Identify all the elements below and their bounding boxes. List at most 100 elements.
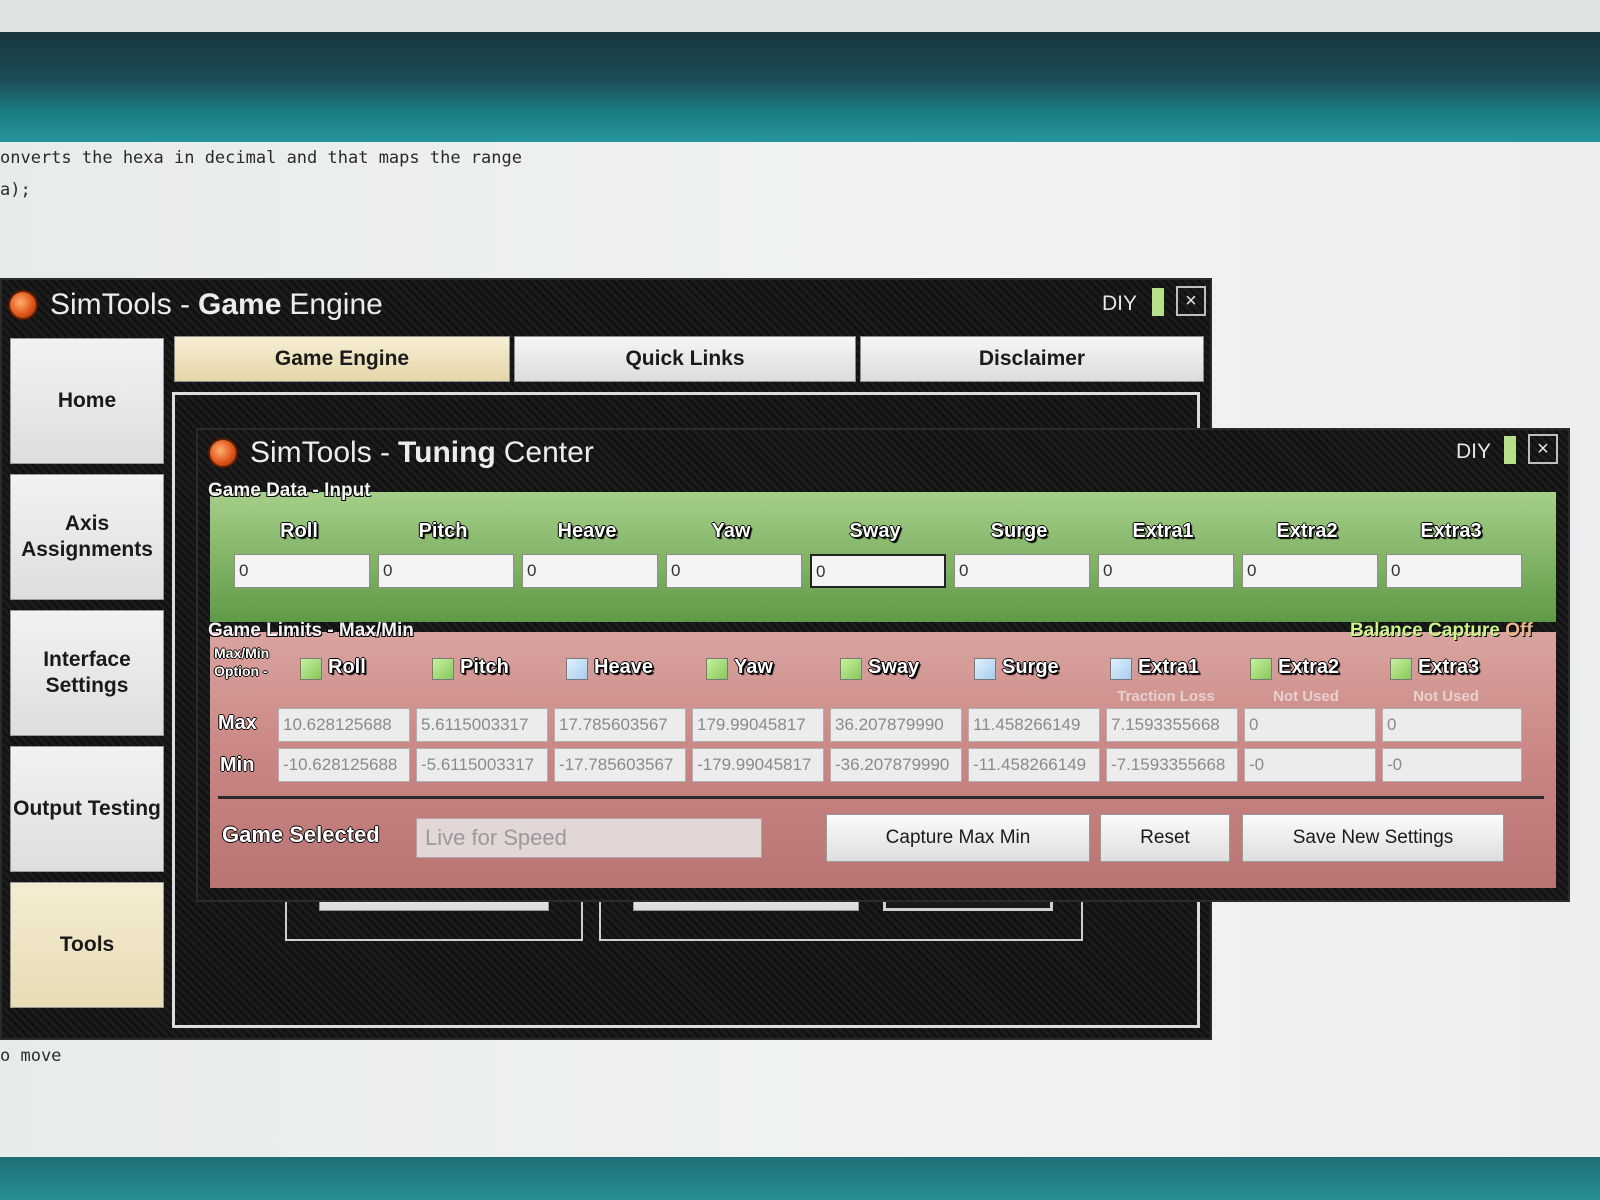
input-label-pitch: Pitch <box>418 520 468 542</box>
input-label-yaw: Yaw <box>711 520 751 542</box>
maxmin-option-label: Max/Min Option - <box>214 644 269 680</box>
min-row-label: Min <box>220 754 255 776</box>
max-roll[interactable]: 10.628125688 <box>278 708 410 742</box>
checkbox-surge[interactable] <box>974 658 996 680</box>
game-selected-dropdown[interactable]: Live for Speed <box>416 818 762 858</box>
sidebar-item-interface-settings[interactable]: Interface Settings <box>10 610 164 736</box>
checkbox-extra1[interactable] <box>1110 658 1132 680</box>
close-button[interactable]: × <box>1528 434 1558 464</box>
checkbox-extra2[interactable] <box>1250 658 1272 680</box>
checkbox-sway[interactable] <box>840 658 862 680</box>
limit-label-extra1: Extra1 <box>1138 656 1200 678</box>
max-extra3[interactable]: 0 <box>1382 708 1522 742</box>
diy-label: DIY <box>1102 292 1138 315</box>
limit-label-roll: Roll <box>328 656 366 678</box>
min-yaw[interactable]: -179.99045817 <box>692 748 824 782</box>
reset-button[interactable]: Reset <box>1100 814 1230 862</box>
editor-toolbar <box>0 32 1600 142</box>
input-label-roll: Roll <box>280 520 318 542</box>
checkbox-pitch[interactable] <box>432 658 454 680</box>
tab-disclaimer[interactable]: Disclaimer <box>860 336 1204 382</box>
game-limits-title: Game Limits - Max/Min <box>208 620 414 641</box>
max-heave[interactable]: 17.785603567 <box>554 708 686 742</box>
min-extra1[interactable]: -7.1593355668 <box>1106 748 1238 782</box>
close-button[interactable]: × <box>1176 286 1206 316</box>
checkbox-roll[interactable] <box>300 658 322 680</box>
limit-label-heave: Heave <box>594 656 653 678</box>
sublabel-extra3: Not Used <box>1413 688 1479 705</box>
sublabel-extra1: Traction Loss <box>1117 688 1215 705</box>
checkbox-heave[interactable] <box>566 658 588 680</box>
tab-quick-links[interactable]: Quick Links <box>514 336 856 382</box>
limit-label-yaw: Yaw <box>734 656 773 678</box>
sidebar-item-axis-assignments[interactable]: Axis Assignments <box>10 474 164 600</box>
sublabel-extra2: Not Used <box>1273 688 1339 705</box>
min-surge[interactable]: -11.458266149 <box>968 748 1100 782</box>
input-label-surge: Surge <box>990 520 1048 542</box>
code-line-1: onverts the hexa in decimal and that map… <box>0 148 522 168</box>
sidebar-item-home[interactable]: Home <box>10 338 164 464</box>
title-rest: Engine <box>289 288 383 321</box>
balance-capture-label: Balance Capture <box>1350 620 1500 641</box>
input-label-extra3: Extra3 <box>1420 520 1482 542</box>
title-bold: Tuning <box>398 436 496 469</box>
limit-label-pitch: Pitch <box>460 656 509 678</box>
max-pitch[interactable]: 5.6115003317 <box>416 708 548 742</box>
input-label-heave: Heave <box>557 520 617 542</box>
input-label-extra2: Extra2 <box>1276 520 1338 542</box>
capture-max-min-button[interactable]: Capture Max Min <box>826 814 1090 862</box>
limits-divider <box>218 796 1544 799</box>
input-roll[interactable]: 0 <box>234 554 370 588</box>
code-line-2: a); <box>0 180 31 200</box>
min-extra2[interactable]: -0 <box>1244 748 1376 782</box>
min-extra3[interactable]: -0 <box>1382 748 1522 782</box>
tuning-center-window: SimTools - Tuning Center DIY × Game Data… <box>196 428 1570 902</box>
editor-top-bar <box>0 0 1600 32</box>
status-indicator <box>1504 436 1516 464</box>
input-heave[interactable]: 0 <box>522 554 658 588</box>
min-pitch[interactable]: -5.6115003317 <box>416 748 548 782</box>
max-sway[interactable]: 36.207879990 <box>830 708 962 742</box>
max-surge[interactable]: 11.458266149 <box>968 708 1100 742</box>
input-label-sway: Sway <box>849 520 901 542</box>
max-extra2[interactable]: 0 <box>1244 708 1376 742</box>
input-extra3[interactable]: 0 <box>1386 554 1522 588</box>
checkbox-yaw[interactable] <box>706 658 728 680</box>
game-data-input-title: Game Data - Input <box>208 480 371 501</box>
min-heave[interactable]: -17.785603567 <box>554 748 686 782</box>
title-brand: SimTools - <box>50 288 191 321</box>
title-brand: SimTools - <box>250 436 391 469</box>
input-sway[interactable]: 0 <box>810 554 946 588</box>
status-indicator <box>1152 288 1164 316</box>
editor-status-bar <box>0 1157 1600 1200</box>
save-new-settings-button[interactable]: Save New Settings <box>1242 814 1504 862</box>
max-row-label: Max <box>218 712 257 734</box>
input-pitch[interactable]: 0 <box>378 554 514 588</box>
tuning-center-title: SimTools - Tuning Center <box>208 436 594 470</box>
simtools-logo-icon <box>8 290 38 320</box>
checkbox-extra3[interactable] <box>1390 658 1412 680</box>
sidebar-item-tools[interactable]: Tools <box>10 882 164 1008</box>
input-yaw[interactable]: 0 <box>666 554 802 588</box>
limit-label-extra3: Extra3 <box>1418 656 1480 678</box>
game-selected-label: Game Selected <box>222 822 380 847</box>
min-sway[interactable]: -36.207879990 <box>830 748 962 782</box>
sidebar-item-output-testing[interactable]: Output Testing <box>10 746 164 872</box>
maxmin-option-line2: Option - <box>214 663 268 679</box>
max-yaw[interactable]: 179.99045817 <box>692 708 824 742</box>
simtools-logo-icon <box>208 438 238 468</box>
min-roll[interactable]: -10.628125688 <box>278 748 410 782</box>
maxmin-option-line1: Max/Min <box>214 645 270 661</box>
title-rest: Center <box>503 436 594 469</box>
balance-capture-status[interactable]: Balance Capture Off <box>1350 620 1533 642</box>
limit-label-sway: Sway <box>868 656 920 678</box>
tab-game-engine[interactable]: Game Engine <box>174 336 510 382</box>
limit-label-extra2: Extra2 <box>1278 656 1340 678</box>
input-extra1[interactable]: 0 <box>1098 554 1234 588</box>
max-extra1[interactable]: 7.1593355668 <box>1106 708 1238 742</box>
game-engine-title: SimTools - Game Engine <box>8 288 383 322</box>
input-extra2[interactable]: 0 <box>1242 554 1378 588</box>
diy-label: DIY <box>1456 440 1492 463</box>
balance-capture-state: Off <box>1505 620 1533 641</box>
input-surge[interactable]: 0 <box>954 554 1090 588</box>
